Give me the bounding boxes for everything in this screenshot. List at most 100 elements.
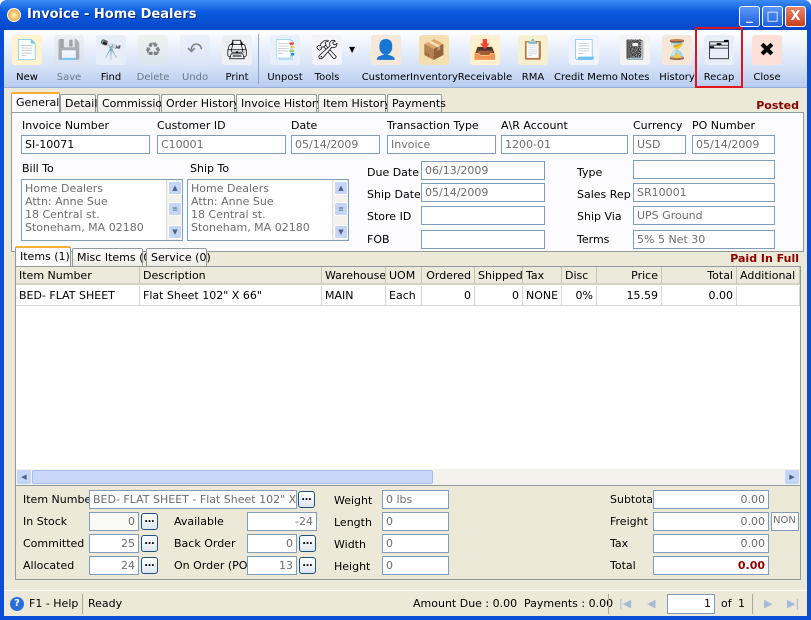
tab-commission[interactable]: Commission	[97, 94, 169, 112]
column-header[interactable]: Warehouse	[322, 267, 386, 285]
tab-items-[interactable]: Items (1)	[15, 246, 71, 266]
tools-dropdown-icon[interactable]: ▼	[349, 45, 355, 54]
back-order-button[interactable]: …	[299, 535, 316, 552]
help-text[interactable]: F1 - Help	[29, 597, 78, 610]
on-order-button[interactable]: …	[299, 557, 316, 574]
freight-label: Freight	[610, 515, 648, 528]
committed-button[interactable]: …	[141, 535, 158, 552]
column-header[interactable]: Additional	[737, 267, 800, 285]
tab-service-[interactable]: Service (0)	[146, 248, 211, 266]
grid-cell[interactable]	[737, 286, 800, 306]
grid-cell[interactable]: 15.59	[597, 286, 662, 306]
on-order-value: 13	[247, 556, 297, 575]
fob-input[interactable]	[421, 230, 545, 249]
grid-cell[interactable]: NONE	[523, 286, 562, 306]
ship-to-address[interactable]: Home Dealers Attn: Anne Sue 18 Central s…	[187, 179, 349, 241]
scrollbar-thumb[interactable]	[32, 470, 433, 484]
close-window-icon: ✖	[752, 35, 782, 65]
vertical-scrollbar[interactable]: ▲ ≡ ▼	[332, 180, 348, 240]
po-number-label: PO Number	[692, 119, 755, 132]
column-header[interactable]: UOM	[386, 267, 422, 285]
last-page-icon[interactable]: ▶|	[787, 597, 799, 610]
grid-cell[interactable]: 0	[422, 286, 475, 306]
due-date-input[interactable]: 06/13/2009	[421, 161, 545, 180]
invoice-number-input[interactable]: SI-10071	[21, 135, 150, 154]
address-line: Attn: Anne Sue	[25, 195, 108, 208]
tab-item-history[interactable]: Item History	[318, 94, 391, 112]
first-page-icon[interactable]: |◀	[619, 597, 631, 610]
column-header[interactable]: Disc	[562, 267, 597, 285]
help-icon[interactable]: ?	[10, 597, 24, 611]
grid-cell[interactable]: Flat Sheet 102" X 66"	[140, 286, 322, 306]
close-button[interactable]: ✖ Close	[745, 32, 789, 86]
item-number-input[interactable]: BED- FLAT SHEET - Flat Sheet 102" X 66"	[89, 490, 297, 509]
recap-button[interactable]: 🗂 Recap	[697, 32, 741, 86]
column-header[interactable]: Shipped	[475, 267, 523, 285]
column-header[interactable]: Ordered	[422, 267, 475, 285]
tab-invoice-history[interactable]: Invoice History	[236, 94, 323, 112]
scroll-right-icon[interactable]: ▶	[785, 470, 799, 484]
next-page-icon[interactable]: ▶	[764, 597, 772, 610]
grid-cell[interactable]: 0%	[562, 286, 597, 306]
minimize-button[interactable]: _	[739, 6, 760, 27]
in-stock-button[interactable]: …	[141, 513, 158, 530]
customer-button[interactable]: 👤 Customer	[362, 32, 410, 86]
weight-input[interactable]: 0 lbs	[382, 490, 449, 509]
general-panel: Invoice Number SI-10071 Customer ID C100…	[11, 112, 804, 252]
store-id-label: Store ID	[367, 210, 412, 223]
ship-via-input[interactable]: UPS Ground	[633, 206, 775, 225]
width-input[interactable]: 0	[382, 534, 449, 553]
transaction-type-input[interactable]: Invoice	[387, 135, 496, 154]
print-button[interactable]: 🖨 Print	[215, 32, 259, 86]
previous-page-icon[interactable]: ◀	[647, 597, 655, 610]
receivable-button[interactable]: 📥 Receivable	[458, 32, 512, 86]
height-input[interactable]: 0	[382, 556, 449, 575]
item-lookup-button[interactable]: …	[298, 491, 315, 508]
type-input[interactable]	[633, 160, 775, 179]
freight-tax-code[interactable]: NON	[771, 512, 799, 531]
address-line: Home Dealers	[25, 182, 104, 195]
currency-input[interactable]: USD	[633, 135, 686, 154]
tab-payments[interactable]: Payments	[387, 94, 446, 112]
tab-general[interactable]: General	[11, 92, 60, 112]
back-order-label: Back Order	[174, 537, 236, 550]
tab-order-history[interactable]: Order History	[161, 94, 240, 112]
date-input[interactable]: 05/14/2009	[291, 135, 380, 154]
history-person-icon: ⏳	[662, 35, 692, 65]
grid-cell[interactable]: 0	[475, 286, 523, 306]
bill-to-address[interactable]: Home Dealers Attn: Anne Sue 18 Central s…	[21, 179, 183, 241]
vertical-scrollbar[interactable]: ▲ ≡ ▼	[166, 180, 182, 240]
column-header[interactable]: Item Number	[16, 267, 140, 285]
credit-memo-button[interactable]: 📃 Credit Memo	[554, 32, 618, 86]
rma-button[interactable]: 📋 RMA	[511, 32, 555, 86]
tab-misc-items-[interactable]: Misc Items (0)	[72, 248, 155, 266]
horizontal-scrollbar[interactable]: ◀ ▶	[16, 469, 800, 485]
column-header[interactable]: Tax	[523, 267, 562, 285]
po-number-input[interactable]: 05/14/2009	[692, 135, 775, 154]
column-header[interactable]: Price	[597, 267, 662, 285]
store-id-input[interactable]	[421, 206, 545, 225]
customer-id-input[interactable]: C10001	[157, 135, 286, 154]
grid-cell[interactable]: Each	[386, 286, 422, 306]
grid-cell[interactable]: 0.00	[662, 286, 737, 306]
maximize-button[interactable]: □	[762, 6, 783, 27]
grid-cell[interactable]: BED- FLAT SHEET	[16, 286, 140, 306]
scroll-left-icon[interactable]: ◀	[17, 470, 31, 484]
payment-status: Paid In Full	[730, 252, 799, 265]
inventory-button[interactable]: 📦 Inventory	[410, 32, 458, 86]
window-close-button[interactable]: X	[785, 6, 806, 27]
freight-value[interactable]: 0.00	[653, 512, 769, 531]
ar-account-input[interactable]: 1200-01	[501, 135, 628, 154]
column-header[interactable]: Total	[662, 267, 737, 285]
terms-input[interactable]: 5% 5 Net 30	[633, 230, 775, 249]
column-header[interactable]: Description	[140, 267, 322, 285]
page-number-input[interactable]: 1	[667, 594, 715, 614]
tools-button[interactable]: 🛠 Tools	[305, 32, 349, 86]
tax-value: 0.00	[653, 534, 769, 553]
allocated-button[interactable]: …	[141, 557, 158, 574]
length-input[interactable]: 0	[382, 512, 449, 531]
tab-detail[interactable]: Detail	[60, 94, 97, 112]
ship-date-input[interactable]: 05/14/2009	[421, 183, 545, 202]
grid-cell[interactable]: MAIN	[322, 286, 386, 306]
sales-rep-input[interactable]: SR10001	[633, 183, 775, 202]
